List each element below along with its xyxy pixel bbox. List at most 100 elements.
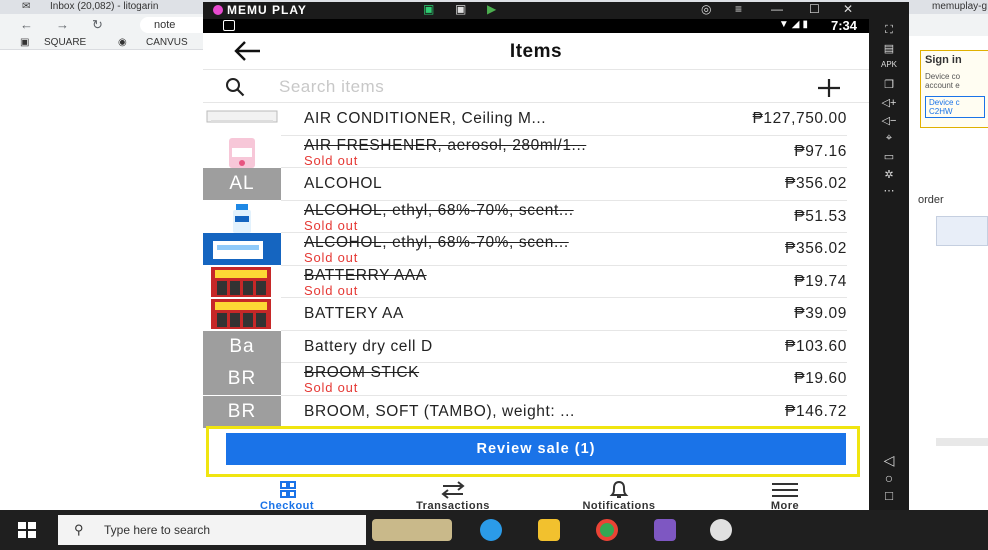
- item-row[interactable]: Ba Battery dry cell D ₱103.60: [203, 330, 869, 363]
- nav-checkout[interactable]: Checkout: [227, 477, 347, 510]
- search-input[interactable]: [279, 75, 799, 99]
- fullscreen-icon[interactable]: ⛶: [869, 24, 909, 37]
- forward-arrow-icon[interactable]: →: [56, 17, 69, 32]
- nav-label: Transactions: [416, 500, 490, 511]
- item-price: ₱356.02: [785, 175, 847, 192]
- windows-start-icon[interactable]: [18, 522, 36, 538]
- volume-up-icon[interactable]: ◁+: [869, 96, 909, 109]
- memu-logo: MEMU PLAY: [213, 3, 307, 17]
- memu-settings-icon[interactable]: ◎: [701, 2, 711, 16]
- close-icon[interactable]: ✕: [843, 2, 853, 16]
- sold-out-label: Sold out: [304, 152, 359, 168]
- item-price: ₱97.16: [794, 142, 847, 160]
- browser-tab-memuplay[interactable]: memuplay-g: [932, 1, 987, 12]
- item-thumbnail-letters: Ba: [203, 330, 281, 363]
- item-price: ₱19.60: [794, 370, 847, 387]
- item-row[interactable]: BR BROOM, SOFT (TAMBO), weight: ... ₱146.7…: [203, 395, 869, 428]
- menu-icon: [772, 483, 798, 497]
- item-name: Battery dry cell D: [304, 337, 433, 355]
- item-name: ALCOHOL: [304, 175, 383, 192]
- item-name: BATTERRY AAA: [304, 266, 427, 284]
- apk-icon[interactable]: APK: [869, 60, 909, 69]
- reload-icon[interactable]: ↻: [92, 17, 103, 33]
- item-name: AIR CONDITIONER, Ceiling M...: [304, 110, 547, 127]
- edge-browser-icon[interactable]: [480, 519, 502, 541]
- signin-title: Sign in: [925, 54, 962, 66]
- android-back-icon[interactable]: ◁: [869, 452, 909, 469]
- item-thumbnail-letters: BR: [203, 395, 281, 428]
- air-freshener-photo: [203, 136, 281, 168]
- review-sale-button[interactable]: Review sale (1): [226, 433, 846, 465]
- location-icon[interactable]: ⌖: [869, 132, 909, 145]
- bookmark-canvus[interactable]: CANVUS: [146, 37, 188, 48]
- address-bar[interactable]: note: [140, 17, 210, 33]
- memu-menu-icon[interactable]: ≡: [735, 2, 742, 16]
- bookmark-canvus-icon: ◉: [118, 37, 127, 48]
- browser-tab-inbox[interactable]: Inbox (20,082) - litogarin: [50, 1, 158, 12]
- item-price: ₱103.60: [785, 337, 847, 355]
- paint-icon[interactable]: [710, 519, 732, 541]
- taskbar-search[interactable]: ⚲ Type here to search: [58, 515, 366, 545]
- page-thumbnail: [936, 216, 988, 246]
- volume-down-icon[interactable]: ◁−: [869, 114, 909, 127]
- maximize-icon[interactable]: ☐: [809, 2, 820, 16]
- item-row[interactable]: BATTERRY AAA Sold out ₱19.74: [203, 266, 869, 298]
- page-thumbnail-small: [936, 438, 988, 446]
- device-code-label: Device c: [929, 98, 960, 107]
- bookmark-square[interactable]: SQUARE: [44, 37, 86, 48]
- back-arrow-icon[interactable]: ←: [20, 17, 33, 32]
- more-dots-icon[interactable]: ⋯: [869, 184, 909, 197]
- add-item-icon[interactable]: [816, 77, 842, 99]
- minimize-icon[interactable]: —: [771, 2, 783, 16]
- nav-transactions[interactable]: Transactions: [393, 477, 513, 510]
- nav-more[interactable]: More: [725, 477, 845, 510]
- sold-out-label: Sold out: [304, 250, 359, 265]
- item-name: ALCOHOL, ethyl, 68%-70%, scent...: [304, 201, 574, 219]
- android-home-icon[interactable]: ○: [869, 470, 909, 486]
- grid-icon: [280, 481, 296, 498]
- background-page: Sign in Device co account e Device c C2HW…: [902, 36, 988, 510]
- sold-out-label: Sold out: [304, 380, 359, 395]
- keyboard-mapping-icon[interactable]: ▤: [869, 42, 909, 55]
- bottom-navigation: Checkout Transactions Notifications More: [203, 477, 869, 510]
- sidebar-settings-icon[interactable]: ✲: [869, 168, 909, 181]
- bell-icon: [609, 481, 629, 498]
- device-code-field[interactable]: Device c C2HW: [925, 96, 985, 118]
- item-row[interactable]: AIR FRESHENER, aerosol, 280ml/1... Sold o…: [203, 136, 869, 168]
- memu-taskbar-icon[interactable]: [654, 519, 676, 541]
- page-title: Items: [509, 41, 563, 62]
- item-name: BROOM, SOFT (TAMBO), weight: ...: [304, 402, 575, 420]
- item-row[interactable]: BR BROOM STICK Sold out ₱19.60: [203, 363, 869, 396]
- item-price: ₱146.72: [785, 402, 847, 420]
- item-row[interactable]: ALCOHOL, ethyl, 68%-70%, scent... Sold ou…: [203, 201, 869, 233]
- multi-window-icon[interactable]: ❐: [869, 78, 909, 91]
- chrome-icon[interactable]: [596, 519, 618, 541]
- alcohol-bottle-photo: [203, 201, 281, 233]
- item-row[interactable]: AIR CONDITIONER, Ceiling M... ₱127,750.00: [203, 103, 869, 136]
- memu-screenshot-icon[interactable]: ▣: [455, 2, 466, 16]
- nav-notifications[interactable]: Notifications: [559, 477, 679, 510]
- items-list: AIR CONDITIONER, Ceiling M... ₱127,750.00…: [203, 103, 869, 428]
- taskbar-search-placeholder: Type here to search: [104, 523, 211, 537]
- item-row[interactable]: AL ALCOHOL ₱356.02: [203, 168, 869, 201]
- sold-out-label: Sold out: [304, 282, 359, 298]
- air-conditioner-photo: [203, 103, 281, 135]
- items-screen: Items AIR CONDITIONER, Ceiling M... ₱127,…: [203, 33, 869, 510]
- taskbar-weather-widget-icon[interactable]: [372, 519, 452, 541]
- nav-label: Notifications: [582, 500, 656, 511]
- folder-icon[interactable]: ▭: [869, 150, 909, 163]
- status-time: 7:34: [830, 18, 857, 33]
- search-icon: [226, 78, 245, 97]
- file-explorer-icon[interactable]: [538, 519, 560, 541]
- nav-label: Checkout: [259, 500, 315, 511]
- battery-pack-photo: [203, 298, 281, 330]
- memu-titlebar: MEMU PLAY ▣ ▣ ▶ ◎ ≡ — ☐ ✕ «: [203, 2, 909, 19]
- play-store-icon[interactable]: ▶: [487, 2, 496, 16]
- android-recents-icon[interactable]: □: [869, 488, 909, 503]
- memu-app-icon[interactable]: ▣: [423, 2, 434, 16]
- item-thumbnail-letters: AL: [203, 168, 281, 200]
- item-row[interactable]: ALCOHOL, ethyl, 68%-70%, scen... Sold out…: [203, 233, 869, 266]
- item-row[interactable]: BATTERY AA ₱39.09: [203, 298, 869, 331]
- search-bar: [203, 71, 869, 103]
- screen: ✉ Inbox (20,082) - litogarin memuplay-g …: [0, 0, 988, 550]
